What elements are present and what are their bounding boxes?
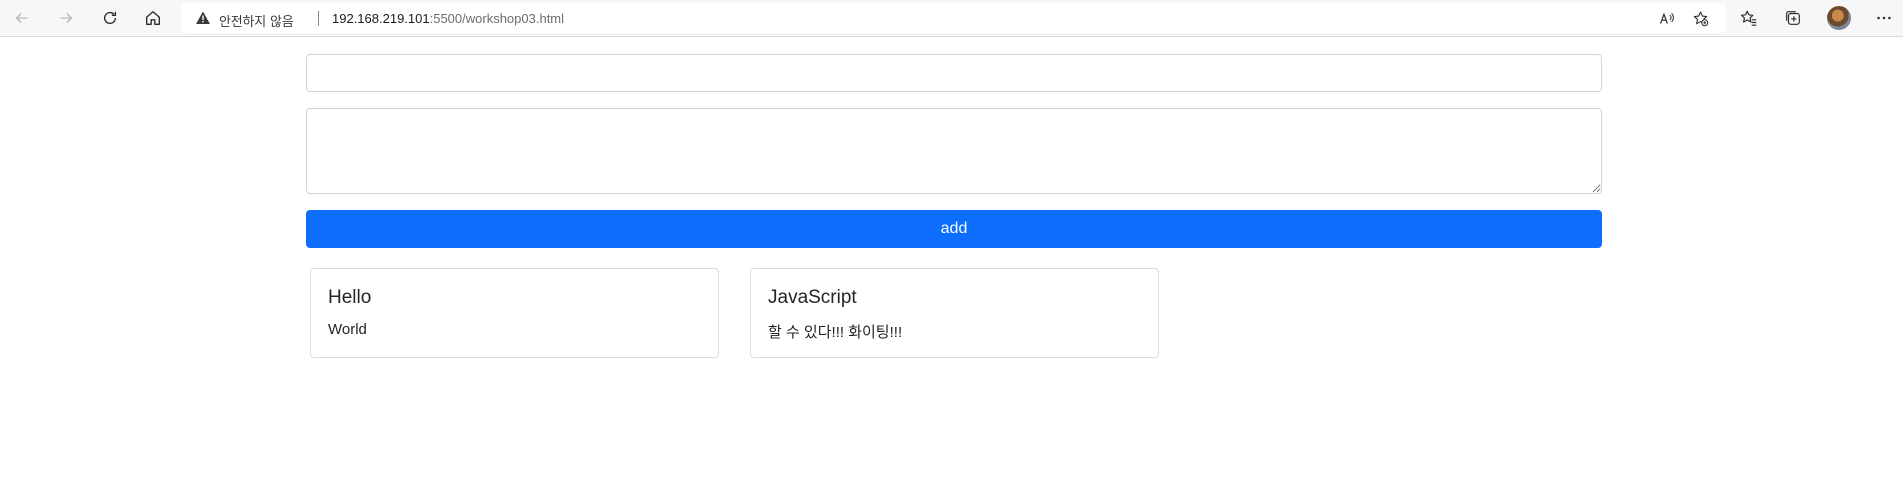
add-favorite-icon[interactable]	[1688, 7, 1712, 29]
url-host: 192.168.219.101	[332, 11, 430, 26]
content-textarea[interactable]	[306, 108, 1602, 194]
read-aloud-icon[interactable]	[1654, 7, 1678, 29]
card-title: Hello	[328, 287, 372, 308]
card-javascript: JavaScript 할 수 있다!!! 화이팅!!!	[750, 268, 1159, 358]
url-text[interactable]: 192.168.219.101:5500/workshop03.html	[332, 11, 564, 26]
add-button[interactable]: add	[306, 210, 1602, 248]
profile-avatar[interactable]	[1827, 6, 1851, 30]
url-path: :5500/workshop03.html	[429, 11, 565, 26]
favorites-icon[interactable]	[1735, 4, 1763, 32]
home-icon[interactable]	[139, 4, 167, 32]
refresh-icon[interactable]	[96, 4, 124, 32]
forward-arrow-icon[interactable]	[52, 4, 80, 32]
collections-icon[interactable]	[1779, 4, 1807, 32]
browser-toolbar: 안전하지 않음 192.168.219.101:5500/workshop03.…	[0, 0, 1903, 37]
card-hello: Hello World	[310, 268, 719, 358]
title-input[interactable]	[306, 54, 1602, 92]
card-body: World	[328, 321, 367, 338]
security-status-text[interactable]: 안전하지 않음	[219, 11, 294, 30]
card-body: 할 수 있다!!! 화이팅!!!	[768, 324, 903, 341]
card-title: JavaScript	[768, 287, 857, 308]
address-separator	[318, 11, 319, 26]
warning-icon[interactable]	[195, 10, 211, 26]
more-icon[interactable]	[1870, 4, 1898, 32]
back-arrow-icon[interactable]	[8, 4, 36, 32]
address-bar[interactable]: 안전하지 않음 192.168.219.101:5500/workshop03.…	[181, 3, 1726, 33]
